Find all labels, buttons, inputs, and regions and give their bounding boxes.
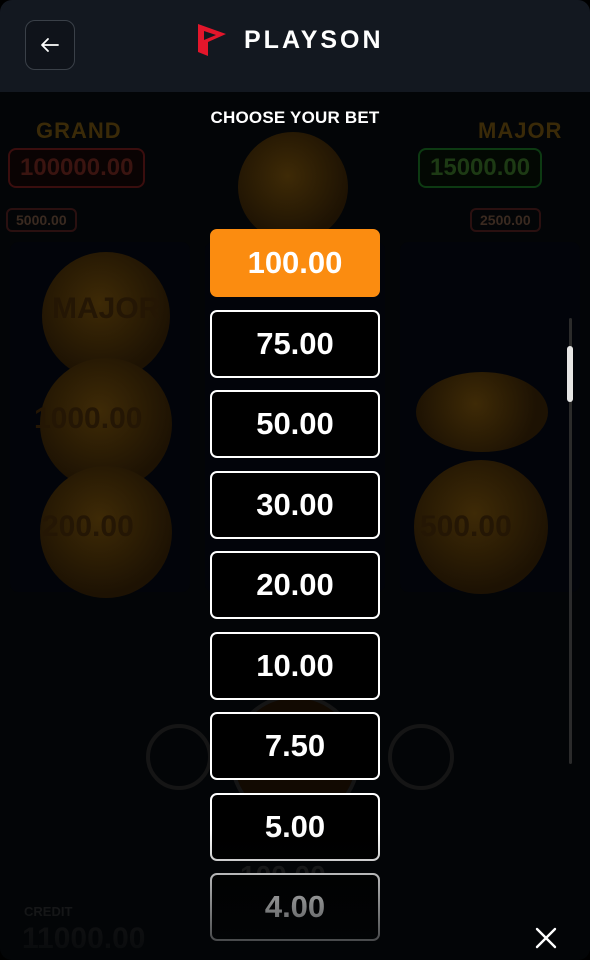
bet-option-button[interactable]: 7.50: [210, 712, 380, 780]
coin-label: 1000.00: [34, 402, 143, 435]
bet-option-button[interactable]: 5.00: [210, 792, 380, 861]
turbo-icon: [388, 724, 454, 790]
back-button[interactable]: [25, 20, 75, 70]
mini-value: 2500.00: [470, 208, 541, 232]
bet-option-button[interactable]: 75.00: [210, 309, 380, 378]
coin-label: MAJOR: [52, 292, 161, 325]
arrow-left-icon: [41, 38, 59, 52]
page-title: CHOOSE YOUR BET: [210, 108, 380, 127]
close-button[interactable]: [530, 922, 562, 954]
bet-selector-screen: GRAND 100000.00 MAJOR 15000.00 5000.00 2…: [0, 0, 590, 960]
major-value: 15000.00: [418, 148, 543, 188]
scrollbar-thumb[interactable]: [567, 346, 573, 402]
autoplay-icon: [146, 724, 212, 790]
header: PLAYSON: [0, 0, 590, 92]
bet-option-button[interactable]: 30.00: [210, 470, 380, 539]
bet-option-button[interactable]: 4.00: [210, 873, 380, 941]
balance-label: CREDIT: [24, 904, 73, 919]
coin-label: 500.00: [420, 510, 512, 543]
balance-value: 11000.00: [22, 922, 146, 955]
bet-option-button[interactable]: 100.00: [210, 229, 380, 297]
close-icon: [535, 927, 557, 949]
playson-logo-icon: [198, 24, 226, 56]
minor-value: 5000.00: [6, 208, 77, 232]
background-fruit: [416, 372, 548, 452]
bet-options-list[interactable]: 100.00 75.00 50.00 30.00 20.00 10.00 7.50 5.00 4…: [210, 229, 380, 960]
grand-value: 100000.00: [8, 148, 146, 188]
coin-label: 200.00: [42, 510, 134, 543]
bet-option-button[interactable]: 20.00: [210, 551, 380, 619]
bet-option-button[interactable]: 10.00: [210, 631, 380, 700]
bet-option-button[interactable]: 50.00: [210, 390, 380, 458]
brand-logo: PLAYSON: [194, 22, 384, 58]
brand-name: PLAYSON: [244, 25, 384, 54]
background-fruit: [238, 132, 348, 242]
